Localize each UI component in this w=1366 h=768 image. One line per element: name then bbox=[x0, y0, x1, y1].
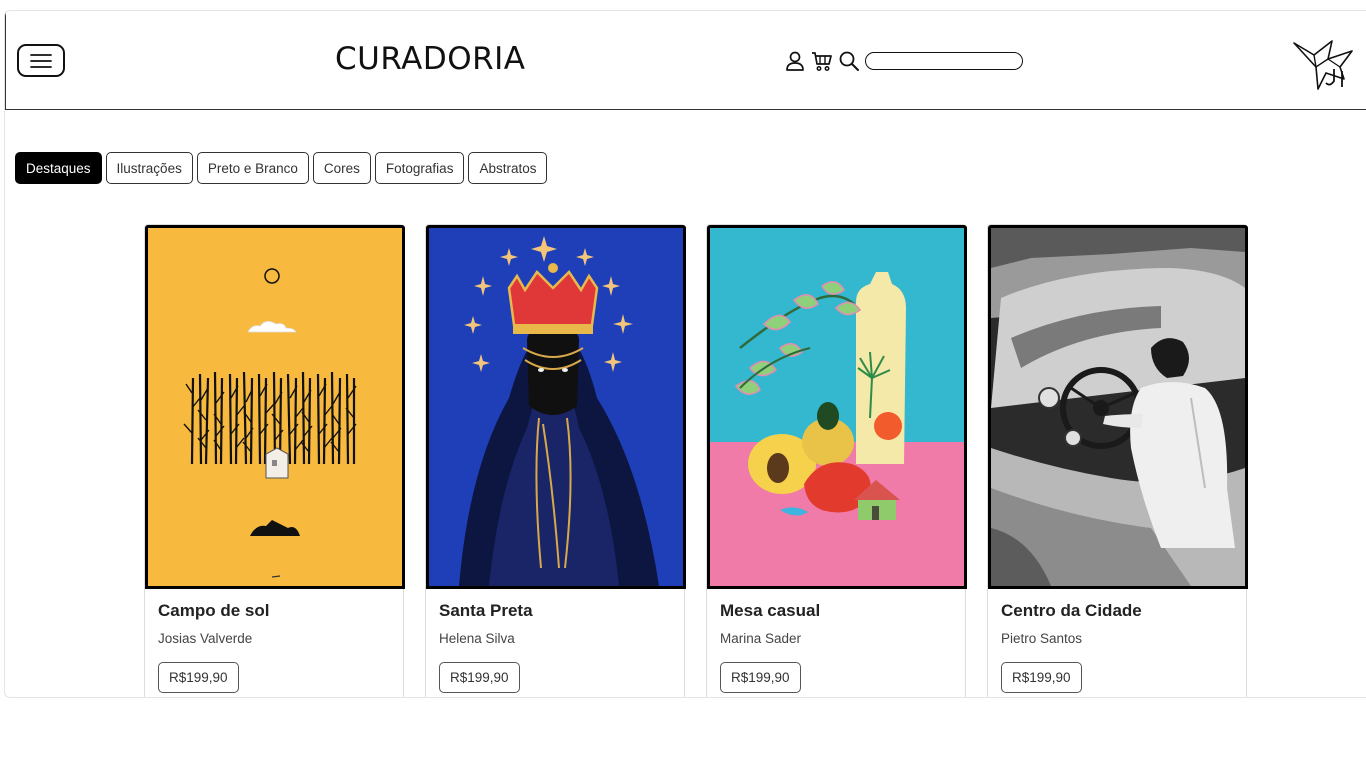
product-grid: Campo de sol Josias Valverde R$199,90 Sa… bbox=[144, 224, 1248, 697]
price-button[interactable]: R$199,90 bbox=[720, 662, 801, 693]
artwork-image[interactable] bbox=[988, 225, 1248, 589]
user-icon[interactable] bbox=[783, 49, 807, 73]
search-icon[interactable] bbox=[837, 49, 861, 73]
product-card[interactable]: Campo de sol Josias Valverde R$199,90 bbox=[144, 224, 405, 697]
product-card[interactable]: Centro da Cidade Pietro Santos R$199,90 bbox=[987, 224, 1248, 697]
header-tools bbox=[783, 49, 1023, 73]
filter-cores[interactable]: Cores bbox=[312, 152, 371, 184]
menu-icon bbox=[30, 53, 52, 68]
artwork-image[interactable] bbox=[145, 225, 405, 589]
filter-fotografias[interactable]: Fotografias bbox=[374, 152, 465, 184]
price-button[interactable]: R$199,90 bbox=[1001, 662, 1082, 693]
filter-abstratos[interactable]: Abstratos bbox=[468, 152, 548, 184]
product-title[interactable]: Campo de sol bbox=[158, 601, 269, 621]
category-filters: Destaques Ilustrações Preto e Branco Cor… bbox=[15, 152, 548, 184]
artwork-image[interactable] bbox=[707, 225, 967, 589]
product-artist: Marina Sader bbox=[720, 631, 802, 646]
menu-button[interactable] bbox=[17, 44, 65, 77]
price-button[interactable]: R$199,90 bbox=[158, 662, 239, 693]
filter-ilustracoes[interactable]: Ilustrações bbox=[105, 152, 193, 184]
product-title[interactable]: Santa Preta bbox=[439, 601, 533, 621]
product-card[interactable]: Santa Preta Helena Silva R$199,90 bbox=[425, 224, 686, 697]
filter-preto-e-branco[interactable]: Preto e Branco bbox=[196, 152, 309, 184]
origami-bird-logo[interactable] bbox=[1292, 37, 1358, 91]
filter-destaques[interactable]: Destaques bbox=[15, 152, 102, 184]
price-button[interactable]: R$199,90 bbox=[439, 662, 520, 693]
brand-title: CURADORIA bbox=[335, 41, 526, 77]
artwork-image[interactable] bbox=[426, 225, 686, 589]
product-card[interactable]: Mesa casual Marina Sader R$199,90 bbox=[706, 224, 967, 697]
product-artist: Josias Valverde bbox=[158, 631, 253, 646]
product-title[interactable]: Mesa casual bbox=[720, 601, 820, 621]
site-header: CURADORIA bbox=[5, 11, 1366, 110]
product-title[interactable]: Centro da Cidade bbox=[1001, 601, 1142, 621]
product-artist: Pietro Santos bbox=[1001, 631, 1083, 646]
cart-icon[interactable] bbox=[810, 49, 834, 73]
page-frame: CURADORIA Destaques Ilustrações Preto e … bbox=[4, 10, 1366, 698]
search-input[interactable] bbox=[865, 52, 1023, 70]
product-artist: Helena Silva bbox=[439, 631, 515, 646]
